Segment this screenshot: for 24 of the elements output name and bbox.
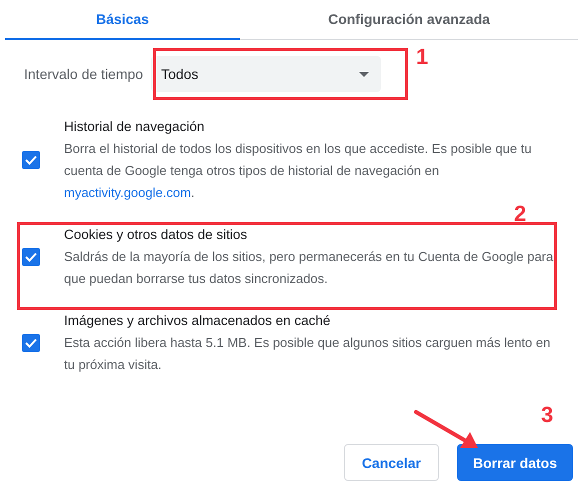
item-title: Imágenes y archivos almacenados en caché xyxy=(64,312,332,330)
cancel-button[interactable]: Cancelar xyxy=(344,444,439,481)
item-title: Historial de navegación xyxy=(64,118,206,136)
step-number: 1 xyxy=(416,44,428,70)
pointer-arrow xyxy=(414,410,478,448)
checkmark-icon xyxy=(25,155,37,165)
step-number: 3 xyxy=(541,402,554,428)
clear-data-button[interactable]: Borrar datos xyxy=(456,444,573,481)
dropdown-caret-icon xyxy=(359,72,370,76)
checkbox[interactable] xyxy=(22,151,40,169)
tab[interactable]: Configuración avanzada xyxy=(240,0,578,40)
checkmark-icon xyxy=(25,252,37,262)
step-number: 2 xyxy=(514,201,526,227)
checkmark-icon xyxy=(25,338,37,348)
checkbox[interactable] xyxy=(22,248,40,266)
item-title: Cookies y otros datos de sitios xyxy=(64,226,248,244)
time-range-label: Intervalo de tiempo xyxy=(24,66,144,82)
tab[interactable]: Básicas xyxy=(5,0,240,40)
item-description: Saldrás de la mayoría de los sitios, pero permanecerás en tu Cuenta de Google para que puedan borrarse tus datos sincronizados. xyxy=(64,248,554,288)
item-description: Esta acción libera hasta 5.1 MB. Es posible que algunos sitios carguen más lento en tu próxima visita. xyxy=(64,334,552,374)
activity-link[interactable]: myactivity.google.com xyxy=(64,185,191,200)
checkbox[interactable] xyxy=(22,334,40,352)
item-description: Borra el historial de todos los dispositivos en los que accediste. Es posible que tu cuenta de Google tenga otros tipos de historial de navegación en myactivity.google.com. xyxy=(64,140,533,202)
time-range-dropdown[interactable]: Todos xyxy=(151,56,382,92)
